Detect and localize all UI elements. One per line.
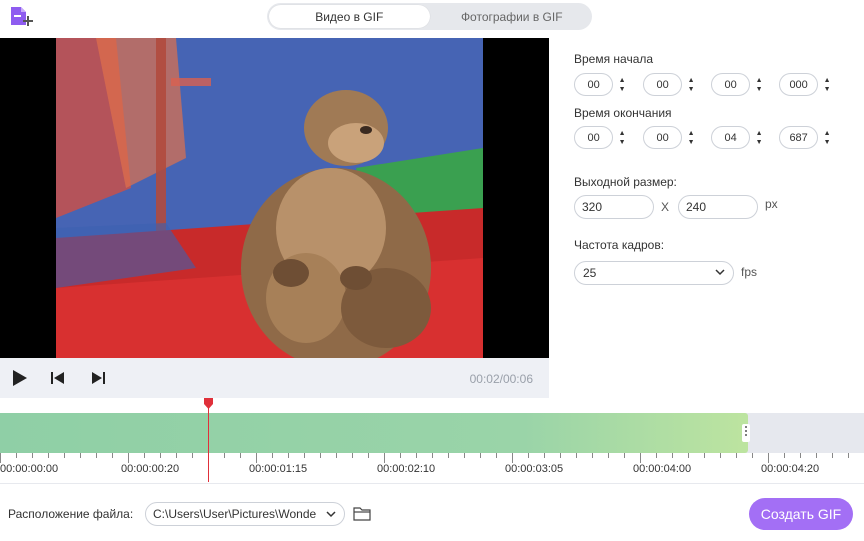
- end-seconds-field[interactable]: 04 ▲ ▼: [711, 126, 765, 149]
- chevron-down-icon[interactable]: ▼: [756, 138, 763, 147]
- video-frame-image: [56, 38, 483, 358]
- chevron-up-icon[interactable]: ▲: [756, 129, 763, 138]
- start-seconds-field[interactable]: 00 ▲ ▼: [711, 73, 765, 96]
- frame-rate-value: 25: [583, 266, 597, 280]
- end-millis-spinner[interactable]: ▲ ▼: [821, 126, 833, 149]
- start-hours-input[interactable]: 00: [574, 73, 614, 96]
- chevron-up-icon[interactable]: ▲: [824, 76, 831, 85]
- fps-unit: fps: [741, 265, 758, 279]
- width-input[interactable]: 320: [574, 195, 654, 219]
- end-minutes-input[interactable]: 00: [643, 126, 683, 149]
- chevron-up-icon[interactable]: ▲: [619, 129, 626, 138]
- tick-label: 00:00:00:20: [121, 463, 180, 475]
- tick-label: 00:00:00:00: [0, 463, 59, 475]
- chevron-up-icon[interactable]: ▲: [756, 76, 763, 85]
- tick-label: 00:00:04:20: [761, 463, 820, 475]
- end-time-label: Время окончания: [574, 106, 672, 120]
- tab-video-to-gif[interactable]: Видео в GIF: [269, 5, 430, 28]
- chevron-down-icon[interactable]: ▼: [688, 138, 695, 147]
- chevron-up-icon[interactable]: ▲: [688, 129, 695, 138]
- play-icon[interactable]: [9, 368, 29, 388]
- chevron-down-icon: [326, 511, 336, 518]
- tick-label: 00:00:02:10: [377, 463, 436, 475]
- file-location-value: C:\Users\User\Pictures\Wonde: [153, 507, 317, 521]
- player-controls: 00:02/00:06: [0, 358, 549, 398]
- end-hours-input[interactable]: 00: [574, 126, 614, 149]
- mode-tabs: Видео в GIF Фотографии в GIF: [267, 3, 592, 30]
- end-millis-input[interactable]: 687: [779, 126, 819, 149]
- end-minutes-spinner[interactable]: ▲ ▼: [685, 126, 697, 149]
- tick-label: 00:00:01:15: [249, 463, 308, 475]
- video-preview: [0, 38, 549, 358]
- file-location-select[interactable]: C:\Users\User\Pictures\Wonde: [145, 502, 345, 526]
- output-size-label: Выходной размер:: [574, 175, 677, 189]
- start-millis-spinner[interactable]: ▲ ▼: [821, 73, 833, 96]
- frame-rate-label: Частота кадров:: [574, 238, 665, 252]
- chevron-down-icon[interactable]: ▼: [824, 138, 831, 147]
- chevron-up-icon[interactable]: ▲: [688, 76, 695, 85]
- clip-end-handle[interactable]: [742, 424, 750, 442]
- size-unit: px: [765, 197, 778, 211]
- playhead-icon[interactable]: [204, 398, 213, 409]
- end-hours-spinner[interactable]: ▲ ▼: [616, 126, 628, 149]
- add-file-icon[interactable]: [8, 4, 36, 32]
- create-gif-button[interactable]: Создать GIF: [749, 498, 853, 530]
- gif-maker-window: Видео в GIF Фотографии в GIF 00:02/00:06…: [0, 0, 864, 541]
- start-hours-field[interactable]: 00 ▲ ▼: [574, 73, 628, 96]
- end-millis-field[interactable]: 687 ▲ ▼: [779, 126, 833, 149]
- start-seconds-spinner[interactable]: ▲ ▼: [753, 73, 765, 96]
- chevron-down-icon[interactable]: ▼: [619, 138, 626, 147]
- end-seconds-input[interactable]: 04: [711, 126, 751, 149]
- tab-photos-to-gif[interactable]: Фотографии в GIF: [432, 3, 593, 30]
- end-minutes-field[interactable]: 00 ▲ ▼: [643, 126, 697, 149]
- file-location-label: Расположение файла:: [8, 507, 134, 521]
- size-separator: X: [661, 200, 670, 214]
- chevron-down-icon[interactable]: ▼: [688, 85, 695, 94]
- chevron-down-icon[interactable]: ▼: [756, 85, 763, 94]
- start-time-label: Время начала: [574, 52, 654, 66]
- start-minutes-field[interactable]: 00 ▲ ▼: [643, 73, 697, 96]
- start-seconds-input[interactable]: 00: [711, 73, 751, 96]
- chevron-up-icon[interactable]: ▲: [619, 76, 626, 85]
- timeline-clip[interactable]: [0, 413, 748, 453]
- tick-label: 00:00:04:00: [633, 463, 692, 475]
- tick-label: 00:00:03:05: [505, 463, 564, 475]
- height-input[interactable]: 240: [678, 195, 758, 219]
- previous-frame-icon[interactable]: [48, 368, 68, 388]
- chevron-down-icon[interactable]: ▼: [824, 85, 831, 94]
- chevron-down-icon: [715, 269, 725, 276]
- time-readout: 00:02/00:06: [469, 372, 533, 386]
- start-minutes-spinner[interactable]: ▲ ▼: [685, 73, 697, 96]
- video-frame: [56, 38, 483, 358]
- start-millis-field[interactable]: 000 ▲ ▼: [779, 73, 833, 96]
- end-seconds-spinner[interactable]: ▲ ▼: [753, 126, 765, 149]
- chevron-up-icon[interactable]: ▲: [824, 129, 831, 138]
- folder-icon[interactable]: [353, 505, 371, 521]
- end-hours-field[interactable]: 00 ▲ ▼: [574, 126, 628, 149]
- footer-divider: [0, 483, 864, 484]
- start-hours-spinner[interactable]: ▲ ▼: [616, 73, 628, 96]
- start-minutes-input[interactable]: 00: [643, 73, 683, 96]
- start-millis-input[interactable]: 000: [779, 73, 819, 96]
- frame-rate-select[interactable]: 25: [574, 261, 734, 285]
- playhead-line[interactable]: [208, 404, 209, 482]
- chevron-down-icon[interactable]: ▼: [619, 85, 626, 94]
- next-frame-icon[interactable]: [88, 368, 108, 388]
